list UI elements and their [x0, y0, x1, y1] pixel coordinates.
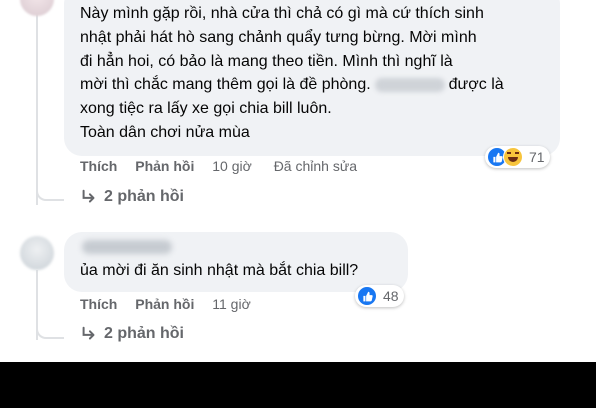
blurred-name [374, 78, 445, 93]
reaction-summary[interactable]: 71 [485, 146, 550, 168]
avatar[interactable] [20, 236, 54, 270]
edited-label: Đã chỉnh sửa [273, 158, 357, 174]
thread-line [36, 0, 38, 205]
haha-icon [503, 147, 523, 167]
comment-timestamp[interactable]: 11 giờ [212, 296, 251, 312]
comment-line: mời thì chắc mang thêm gọi là đề phòng. [80, 76, 371, 94]
replies-label: 2 phản hồi [104, 188, 184, 205]
blurred-author-name[interactable] [82, 240, 172, 254]
comment-line: nhật phải hát hò sang chảnh quẩy tưng bừ… [80, 28, 477, 46]
thread-connector [36, 185, 64, 201]
view-replies-button[interactable]: 2 phản hồi [80, 188, 184, 206]
comment-line: Toàn dân chơi nửa mùa [80, 123, 250, 141]
comment-timestamp[interactable]: 10 giờ [212, 158, 252, 174]
reaction-count: 48 [383, 288, 399, 304]
thread-connector [36, 323, 64, 339]
black-bar [0, 362, 596, 408]
comment-line: xong tiệc ra lấy xe gọi chia bill luôn. [80, 100, 332, 118]
like-icon [357, 286, 377, 306]
comment-line: ủa mời đi ăn sinh nhật mà bắt chia bill? [80, 262, 359, 279]
comment-line: Này mình gặp rồi, nhà cửa thì chả có gì … [80, 5, 484, 22]
comment-line-wrapper: mời thì chắc mang thêm gọi là đề phòng. đ… [80, 73, 550, 97]
replies-label: 2 phản hồi [104, 325, 184, 342]
comment-body: Này mình gặp rồi, nhà cửa thì chả có gì … [80, 2, 550, 145]
reaction-summary[interactable]: 48 [355, 285, 404, 307]
reply-button[interactable]: Phản hồi [135, 296, 194, 312]
view-replies-button[interactable]: 2 phản hồi [80, 325, 184, 343]
comment-line: đi hẳn hoi, có bảo là mang theo tiền. Mì… [80, 52, 453, 70]
reply-arrow-icon [82, 189, 95, 203]
like-button[interactable]: Thích [80, 296, 117, 312]
reply-button[interactable]: Phản hồi [135, 158, 194, 174]
comment-body: ủa mời đi ăn sinh nhật mà bắt chia bill? [80, 259, 358, 283]
like-button[interactable]: Thích [80, 158, 117, 174]
reaction-count: 71 [529, 149, 545, 165]
reply-arrow-icon [82, 326, 95, 340]
comment-actions: Thích Phản hồi 10 giờ Đã chỉnh sửa [80, 158, 357, 174]
comment-line: được là [448, 76, 504, 94]
avatar[interactable] [20, 0, 54, 16]
comment-actions: Thích Phản hồi 11 giờ [80, 296, 269, 312]
